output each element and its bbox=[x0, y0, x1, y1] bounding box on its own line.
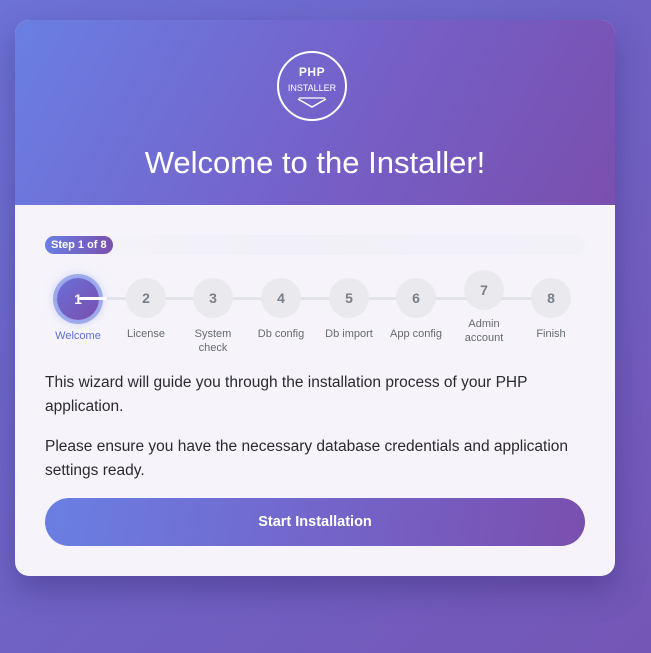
requirements-paragraph: Please ensure you have the necessary dat… bbox=[45, 438, 569, 479]
step-system-check[interactable]: 3 System check bbox=[179, 276, 247, 355]
step-progress-tick bbox=[79, 297, 107, 300]
step-app-config[interactable]: 6 App config bbox=[382, 276, 450, 341]
step-circle: 4 bbox=[261, 278, 301, 318]
step-db-config[interactable]: 4 Db config bbox=[247, 276, 315, 341]
chevron-down-icon bbox=[297, 97, 327, 108]
step-progress-track bbox=[45, 235, 585, 255]
step-label: Finish bbox=[536, 328, 566, 340]
step-license[interactable]: 2 License bbox=[112, 276, 180, 341]
step-circle: 3 bbox=[193, 278, 233, 318]
logo-text: PHP bbox=[298, 65, 326, 79]
step-label: License bbox=[127, 328, 165, 340]
step-label: Db import bbox=[325, 328, 373, 340]
installer-card: PHP INSTALLER Welcome to the Installer! … bbox=[15, 20, 615, 576]
step-circle: 8 bbox=[531, 278, 571, 318]
step-badge: Step 1 of 8 bbox=[45, 236, 113, 254]
step-admin-account[interactable]: 7 Admin account bbox=[450, 268, 518, 345]
step-label: Db config bbox=[257, 328, 305, 340]
page-title: Welcome to the Installer! bbox=[144, 145, 486, 180]
step-indicator: 1 Welcome 2 License 3 System check 4 Db … bbox=[44, 270, 585, 356]
step-circle: 2 bbox=[126, 278, 166, 318]
step-db-import[interactable]: 5 Db import bbox=[315, 276, 383, 341]
step-label: Admin account bbox=[464, 318, 504, 344]
step-circle: 7 bbox=[464, 270, 504, 310]
php-installer-logo: PHP INSTALLER bbox=[277, 51, 347, 121]
intro-paragraph: This wizard will guide you through the i… bbox=[45, 374, 528, 415]
logo-subtext: INSTALLER bbox=[287, 83, 337, 93]
card-header: PHP INSTALLER Welcome to the Installer! bbox=[15, 20, 615, 205]
step-circle: 5 bbox=[329, 278, 369, 318]
step-circle: 6 bbox=[396, 278, 436, 318]
step-label: Welcome bbox=[55, 330, 101, 342]
step-label: App config bbox=[390, 328, 442, 340]
step-circle: 1 bbox=[57, 278, 107, 320]
step-welcome[interactable]: 1 Welcome bbox=[44, 276, 112, 343]
step-finish[interactable]: 8 Finish bbox=[517, 276, 585, 341]
start-installation-button[interactable]: Start Installation bbox=[45, 498, 585, 546]
step-label: System check bbox=[194, 328, 232, 354]
